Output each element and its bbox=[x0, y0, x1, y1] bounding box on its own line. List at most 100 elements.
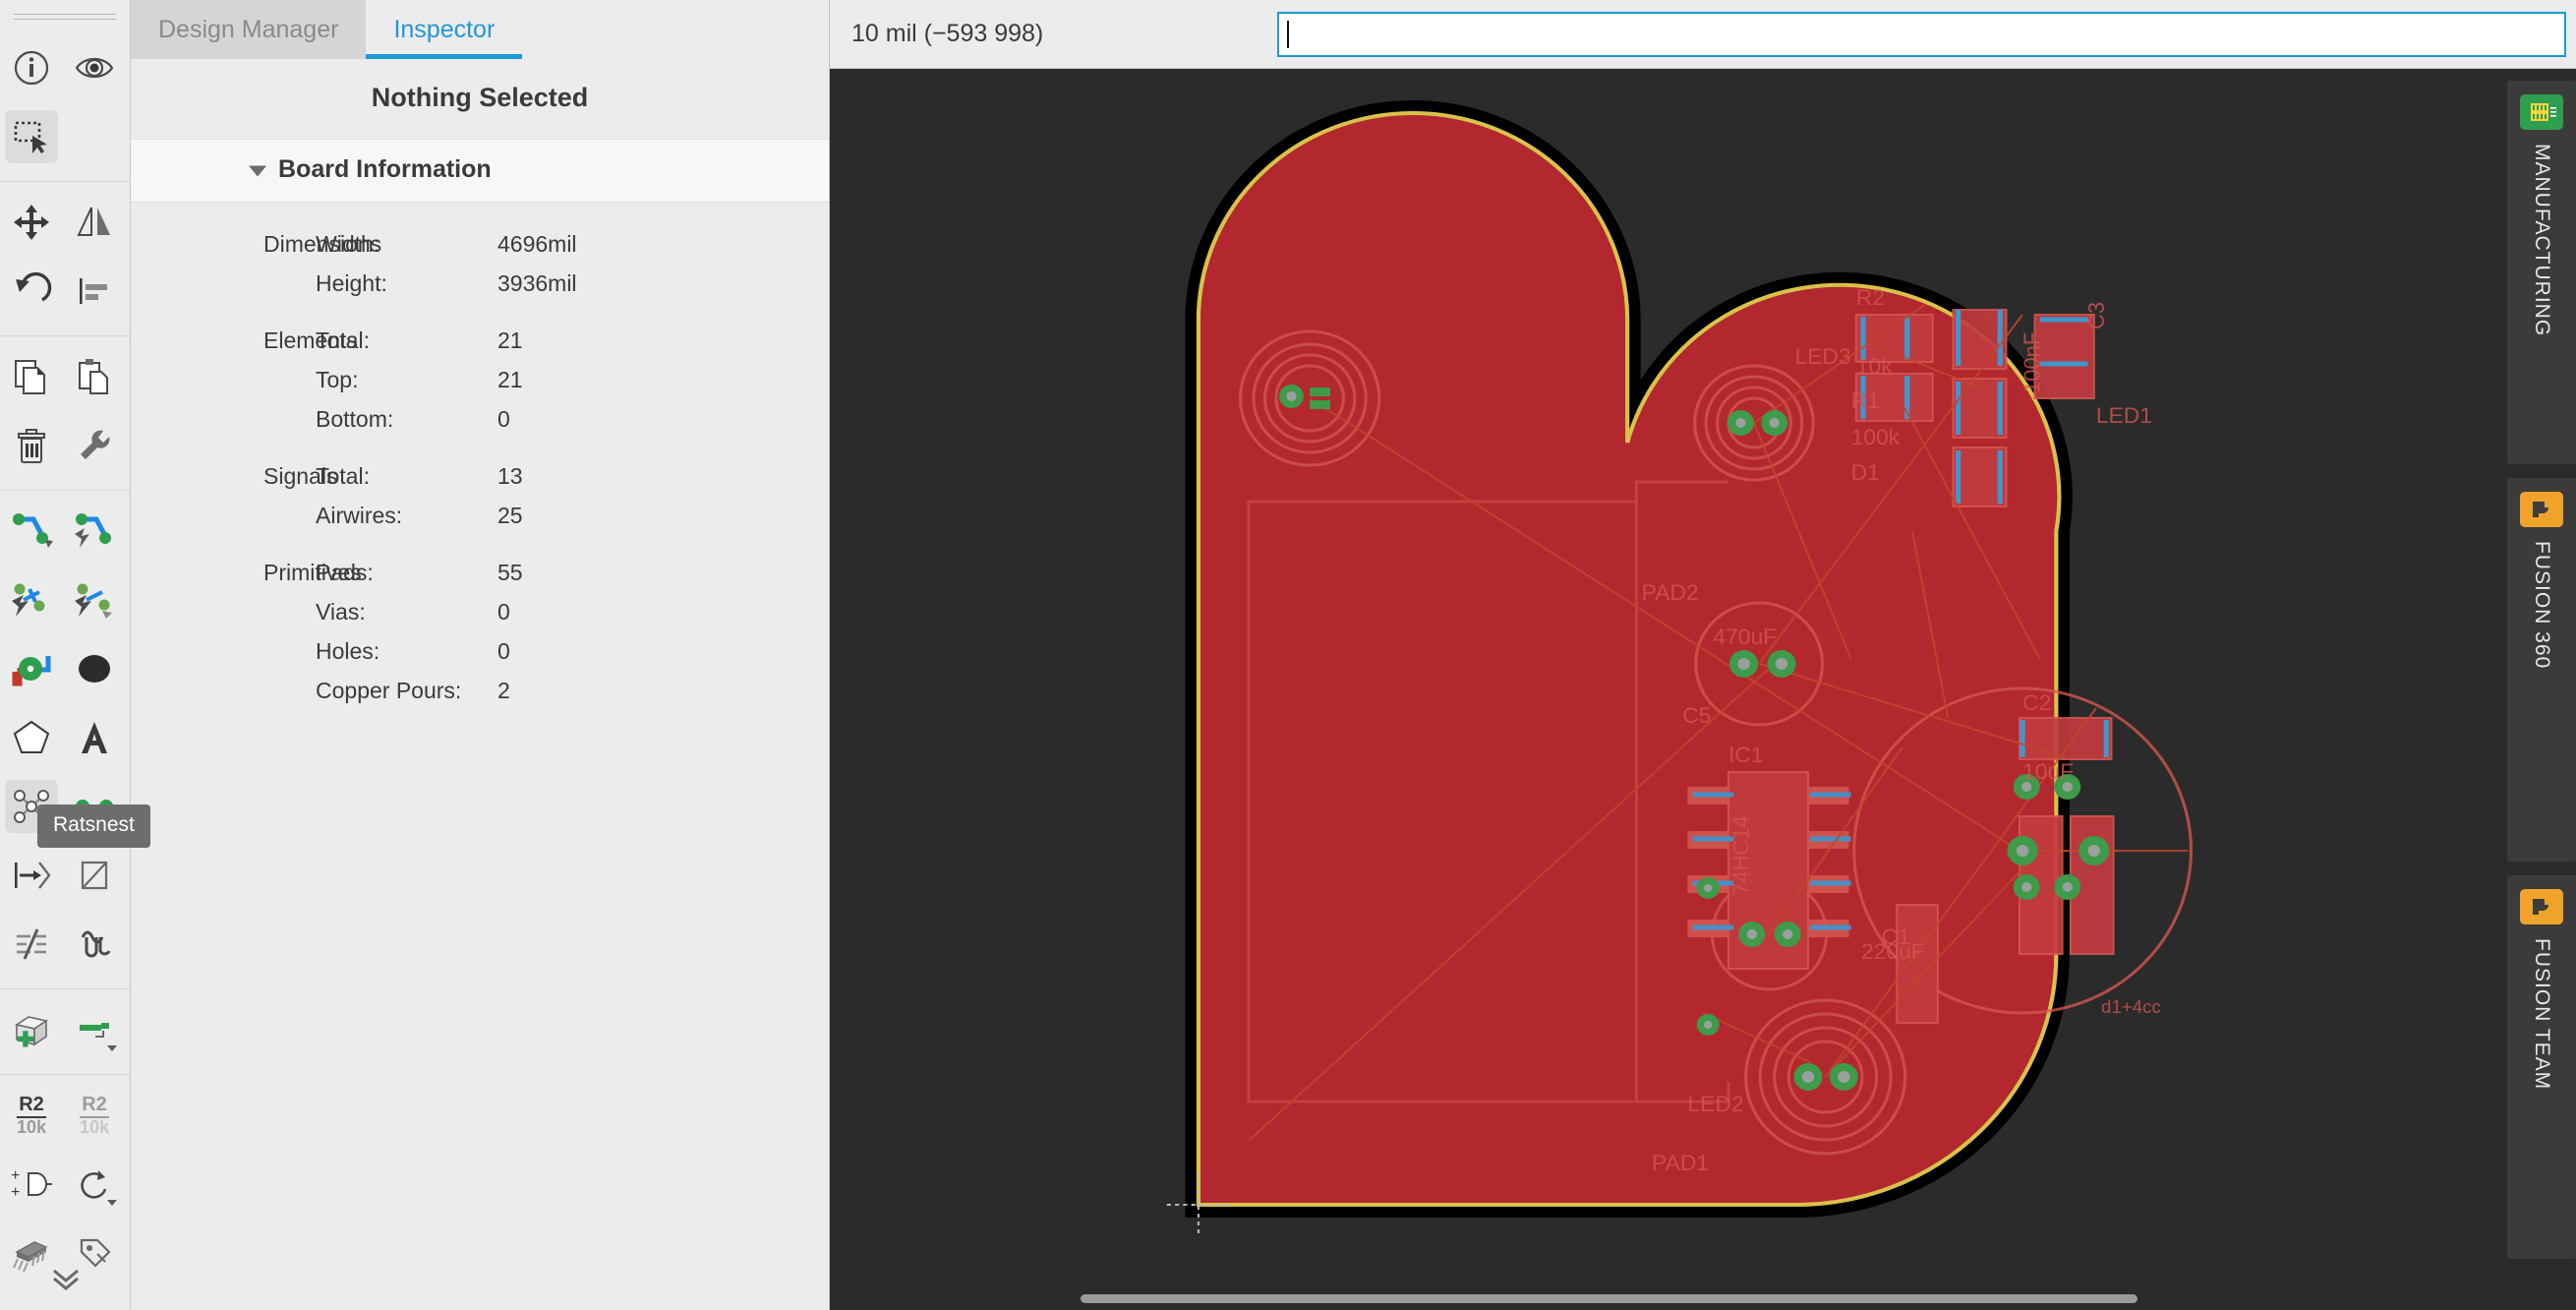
info-value: 2 bbox=[498, 678, 510, 703]
polygon-icon[interactable] bbox=[5, 711, 58, 764]
gate-swap-icon[interactable]: + + bbox=[5, 1158, 58, 1211]
pcb-board-drawing[interactable]: R2 10k R1 R1 100k D1 LED3 LED1 100nF C3 … bbox=[830, 69, 2576, 1310]
route-trace-icon[interactable] bbox=[5, 505, 58, 558]
dock-panel-manufacturing[interactable]: MANUFACTURING bbox=[2507, 81, 2576, 464]
info-row: Airwires: 25 bbox=[131, 496, 829, 535]
canvas-area: 10 mil (−593 998) R2 10k R1 100k D1 LED3… bbox=[830, 0, 2576, 1310]
chevron-down-icon[interactable] bbox=[107, 1200, 117, 1206]
label-D1: D1 bbox=[1851, 460, 1880, 485]
info-key: Vias: bbox=[316, 599, 366, 625]
info-group-primitives: Primitives Pads: 55 Vias: 0 Holes: 0 Cop… bbox=[131, 553, 829, 710]
info-value: 13 bbox=[498, 463, 523, 489]
scrollbar-thumb[interactable] bbox=[1081, 1294, 2137, 1303]
board-information-section-header[interactable]: Board Information bbox=[131, 139, 829, 203]
copy-icon[interactable] bbox=[5, 350, 58, 403]
text-icon[interactable] bbox=[68, 711, 121, 764]
info-row: Primitives Pads: 55 bbox=[131, 553, 829, 592]
info-key: Height: bbox=[316, 270, 387, 296]
ripup-all-icon[interactable] bbox=[68, 573, 121, 626]
label-10uF: 10uF bbox=[2022, 759, 2074, 784]
via-pad-icon[interactable] bbox=[5, 642, 58, 695]
info-icon[interactable] bbox=[5, 41, 58, 94]
pcb-chip-icon bbox=[2520, 94, 2563, 130]
route-autoroute-icon[interactable] bbox=[68, 505, 121, 558]
command-line-input[interactable] bbox=[1277, 11, 2566, 57]
right-dock: MANUFACTURING FUSION 360 FUSION TEAM bbox=[2489, 69, 2576, 1310]
info-value: 0 bbox=[498, 599, 510, 625]
svg-text:+: + bbox=[11, 1167, 20, 1184]
label-100k: 100k bbox=[1851, 425, 1901, 449]
toolbar-group-view bbox=[0, 28, 130, 182]
tab-inspector-label: Inspector bbox=[393, 15, 496, 43]
add-part-icon[interactable] bbox=[5, 1003, 58, 1056]
horizontal-scrollbar[interactable] bbox=[830, 1288, 2576, 1310]
tab-design-manager[interactable]: Design Manager bbox=[131, 0, 367, 59]
selection-status: Nothing Selected bbox=[371, 83, 589, 112]
label-74HC14: 74HC14 bbox=[1728, 815, 1753, 895]
info-key: Total: bbox=[316, 463, 370, 489]
info-row: Signals Total: 13 bbox=[131, 456, 829, 496]
resistor-value-icon[interactable]: R2 10k bbox=[5, 1089, 58, 1142]
info-group-dimensions: Dimensions Width: 4696mil Height: 3936mi… bbox=[131, 224, 829, 303]
svg-text:+: + bbox=[11, 1184, 20, 1201]
info-key: Top: bbox=[316, 367, 359, 392]
fusion-logo-icon bbox=[2520, 492, 2563, 527]
label-board-text: d1+4cc bbox=[2101, 996, 2161, 1017]
info-value: 0 bbox=[498, 406, 510, 432]
label-LED1: LED1 bbox=[2096, 403, 2152, 428]
group-label: Signals bbox=[263, 463, 338, 489]
resistor-value-label-alt: 10k bbox=[79, 1116, 110, 1137]
add-part-alt-icon[interactable] bbox=[68, 1003, 121, 1056]
move-icon[interactable] bbox=[5, 196, 58, 249]
info-key: Pads: bbox=[316, 560, 374, 585]
info-key: Copper Pours: bbox=[316, 678, 462, 703]
layer-stack-icon[interactable] bbox=[68, 849, 121, 902]
info-value: 25 bbox=[498, 503, 523, 528]
rotate-icon[interactable] bbox=[5, 265, 58, 318]
toolbar-group-add bbox=[0, 989, 130, 1075]
toolbar-expand-chevron[interactable] bbox=[0, 1265, 131, 1292]
info-row: Holes: 0 bbox=[131, 631, 829, 671]
design-rules-icon[interactable] bbox=[68, 918, 121, 971]
select-marquee-icon[interactable] bbox=[5, 110, 58, 163]
info-value: 4696mil bbox=[498, 231, 577, 257]
dimension-arrow-icon[interactable] bbox=[5, 849, 58, 902]
resistor-value-alt-icon[interactable]: R2 10k bbox=[68, 1089, 121, 1142]
tab-inspector[interactable]: Inspector bbox=[366, 0, 523, 59]
toolbar-group-routing bbox=[0, 491, 130, 989]
info-row: Vias: 0 bbox=[131, 592, 829, 631]
mirror-icon[interactable] bbox=[68, 196, 121, 249]
pcb-canvas[interactable]: R2 10k R1 R1 100k D1 LED3 LED1 100nF C3 … bbox=[830, 69, 2576, 1310]
group-label: Primitives bbox=[263, 560, 362, 585]
group-label: Elements bbox=[263, 328, 358, 353]
wrench-icon[interactable] bbox=[68, 419, 121, 472]
info-group-signals: Signals Total: 13 Airwires: 25 bbox=[131, 456, 829, 535]
measure-icon[interactable] bbox=[5, 918, 58, 971]
label-IC1: IC1 bbox=[1728, 743, 1764, 767]
align-icon[interactable] bbox=[68, 265, 121, 318]
info-key: Width: bbox=[316, 231, 381, 257]
left-toolbar: R2 10k R2 10k + + Ratsnest bbox=[0, 0, 150, 1310]
dock-panel-fusion360[interactable]: FUSION 360 bbox=[2507, 478, 2576, 862]
tab-design-manager-label: Design Manager bbox=[158, 15, 339, 43]
paste-icon[interactable] bbox=[68, 350, 121, 403]
ripup-icon[interactable] bbox=[5, 573, 58, 626]
replace-icon[interactable] bbox=[68, 1158, 121, 1211]
toolbar-drag-handle[interactable] bbox=[0, 0, 130, 28]
delete-trash-icon[interactable] bbox=[5, 419, 58, 472]
label-PAD1: PAD1 bbox=[1652, 1151, 1709, 1175]
chevron-down-icon[interactable] bbox=[107, 1045, 117, 1051]
label-C2: C2 bbox=[2022, 690, 2051, 715]
info-value: 0 bbox=[498, 638, 510, 664]
eagle-pcb-editor-window: R2 10k R2 10k + + Ratsnest Design Manage… bbox=[0, 0, 2576, 1310]
board-information-table: Dimensions Width: 4696mil Height: 3936mi… bbox=[131, 203, 829, 710]
canvas-toolbar: 10 mil (−593 998) bbox=[830, 0, 2576, 69]
label-470uF: 470uF bbox=[1713, 625, 1777, 649]
polygon-fill-icon[interactable] bbox=[68, 642, 121, 695]
dock-panel-fusionteam[interactable]: FUSION TEAM bbox=[2507, 875, 2576, 1259]
label-R1b: R1 bbox=[1851, 388, 1880, 413]
visibility-eye-icon[interactable] bbox=[68, 41, 121, 94]
ratsnest-tooltip: Ratsnest bbox=[37, 804, 150, 848]
triangle-collapse-icon[interactable] bbox=[249, 165, 266, 176]
label-C5: C5 bbox=[1682, 703, 1711, 728]
